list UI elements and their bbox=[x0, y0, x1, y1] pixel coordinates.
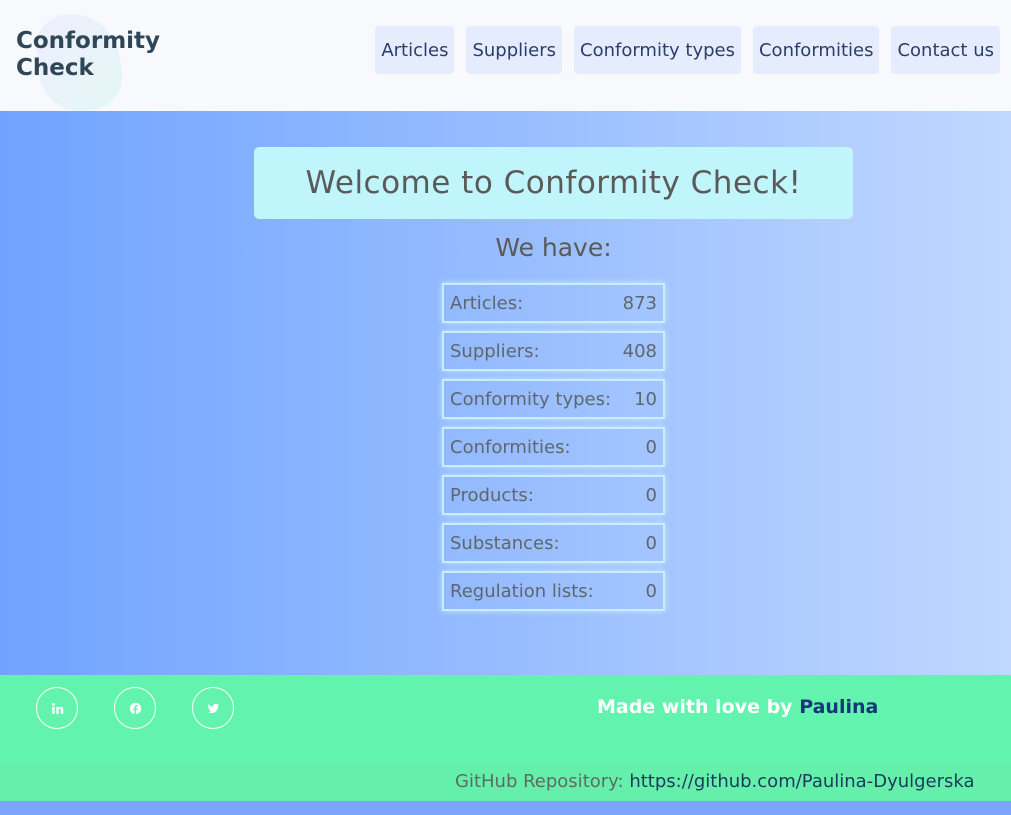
twitter-link[interactable] bbox=[192, 687, 234, 729]
stat-suppliers: Suppliers: 408 bbox=[442, 331, 665, 371]
stat-value: 0 bbox=[645, 580, 657, 602]
stat-conformities: Conformities: 0 bbox=[442, 427, 665, 467]
stat-articles: Articles: 873 bbox=[442, 283, 665, 323]
linkedin-link[interactable] bbox=[36, 687, 78, 729]
nav-conformities[interactable]: Conformities bbox=[752, 26, 880, 74]
stat-value: 0 bbox=[645, 484, 657, 506]
stat-conformity-types: Conformity types: 10 bbox=[442, 379, 665, 419]
linkedin-icon bbox=[51, 702, 63, 714]
stat-label: Conformity types: bbox=[450, 388, 612, 410]
stat-value: 0 bbox=[645, 436, 657, 458]
stat-products: Products: 0 bbox=[442, 475, 665, 515]
nav-articles[interactable]: Articles bbox=[375, 26, 455, 74]
stat-label: Suppliers: bbox=[450, 340, 540, 362]
logo-line-1: Conformity bbox=[16, 28, 161, 54]
site-logo[interactable]: Conformity Check bbox=[16, 28, 176, 82]
made-with-text: Made with love by bbox=[597, 696, 793, 718]
main-content: Welcome to Conformity Check! We have: Ar… bbox=[0, 111, 1011, 675]
nav-suppliers[interactable]: Suppliers bbox=[466, 26, 562, 74]
stat-label: Regulation lists: bbox=[450, 580, 594, 602]
main-nav: Articles Suppliers Conformity types Conf… bbox=[375, 26, 1000, 74]
stat-label: Substances: bbox=[450, 532, 560, 554]
site-header: Conformity Check Articles Suppliers Conf… bbox=[0, 0, 1011, 117]
stat-value: 10 bbox=[634, 388, 657, 410]
nav-conformity-types[interactable]: Conformity types bbox=[574, 26, 741, 74]
stat-label: Articles: bbox=[450, 292, 524, 314]
site-footer: Made with love by Paulina bbox=[0, 675, 1011, 765]
nav-contact-us[interactable]: Contact us bbox=[891, 26, 1000, 74]
stat-regulation-lists: Regulation lists: 0 bbox=[442, 571, 665, 611]
github-link[interactable]: https://github.com/Paulina-Dyulgerska bbox=[629, 771, 974, 792]
welcome-banner: Welcome to Conformity Check! bbox=[254, 147, 853, 219]
stat-label: Products: bbox=[450, 484, 534, 506]
facebook-link[interactable] bbox=[114, 687, 156, 729]
twitter-icon bbox=[207, 703, 219, 713]
facebook-icon bbox=[129, 702, 141, 714]
stat-substances: Substances: 0 bbox=[442, 523, 665, 563]
stat-value: 0 bbox=[645, 532, 657, 554]
logo-line-2: Check bbox=[16, 55, 94, 81]
github-label: GitHub Repository: bbox=[455, 771, 624, 792]
stats-heading: We have: bbox=[495, 233, 612, 262]
made-with-love: Made with love by Paulina bbox=[597, 696, 878, 718]
bottom-strip bbox=[0, 801, 1011, 815]
author-link[interactable]: Paulina bbox=[799, 696, 878, 718]
github-bar: GitHub Repository: https://github.com/Pa… bbox=[0, 765, 1011, 801]
stat-value: 408 bbox=[622, 340, 657, 362]
stat-value: 873 bbox=[622, 292, 657, 314]
stat-label: Conformities: bbox=[450, 436, 571, 458]
